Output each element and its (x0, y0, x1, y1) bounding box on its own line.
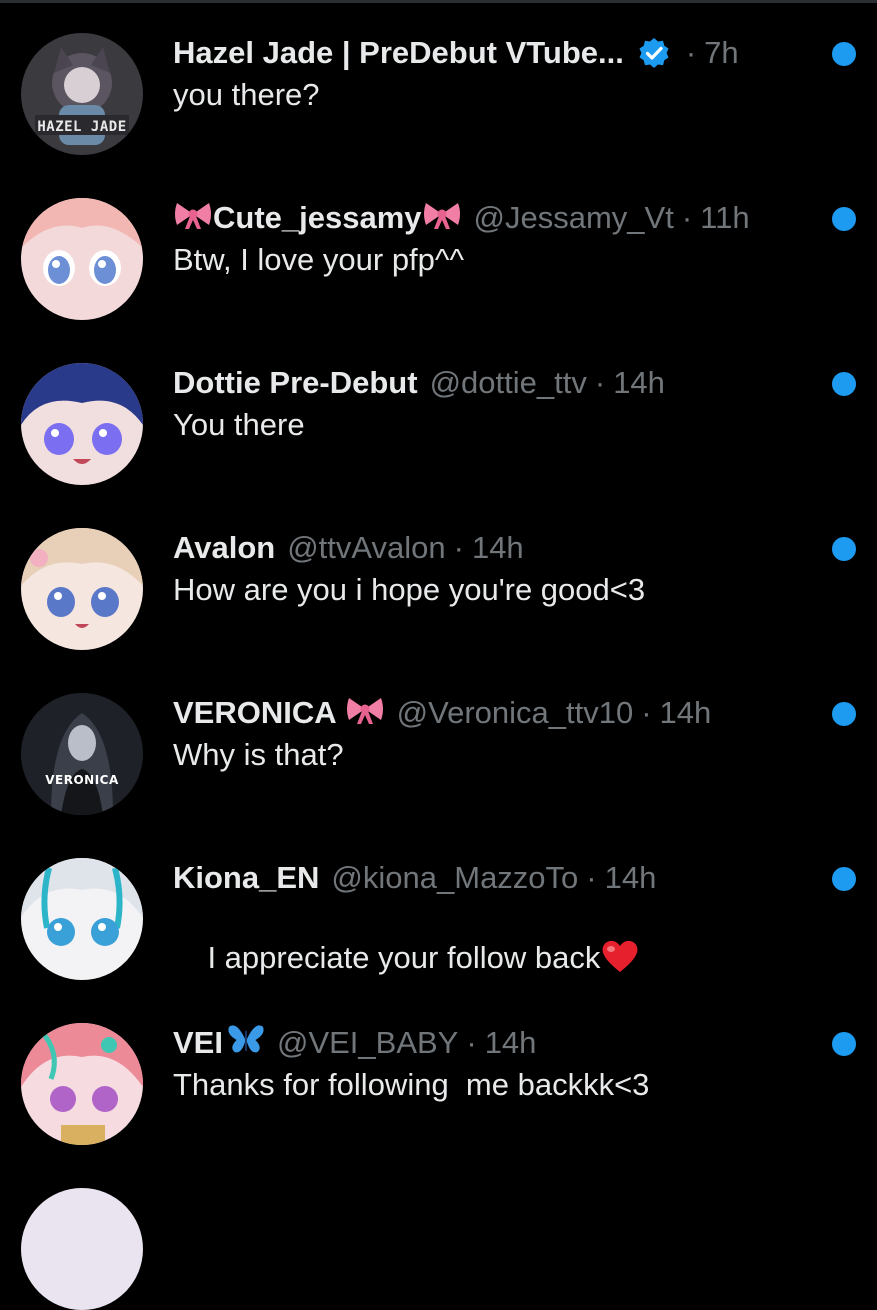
display-name: Avalon (173, 530, 276, 565)
conversation-item[interactable]: Dottie Pre-Debut @dottie_ttv · 14h You t… (0, 363, 877, 528)
verified-badge-icon (638, 37, 670, 69)
separator: · (466, 1025, 477, 1060)
timestamp: 14h (604, 860, 657, 895)
ribbon-emoji (173, 198, 213, 238)
message-text: I appreciate your follow back (207, 940, 601, 976)
conversation-item[interactable]: Kiona_EN @kiona_MazzoTo · 14h I apprecia… (0, 858, 877, 1023)
user-handle: @kiona_MazzoTo (331, 860, 579, 895)
avatar[interactable] (21, 1188, 143, 1310)
conversation-item[interactable]: Avalon @ttvAvalon · 14h How are you i ho… (0, 528, 877, 693)
avatar[interactable] (21, 363, 143, 485)
user-handle: @VEI_BABY (276, 1025, 459, 1060)
ribbon-emoji (345, 693, 385, 733)
ribbon-emoji (422, 198, 462, 238)
red-heart-emoji (600, 938, 640, 982)
display-name: Cute_jessamy (213, 200, 422, 235)
display-name: Dottie Pre-Debut (173, 365, 418, 400)
separator: · (453, 530, 464, 565)
conversation-header: Avalon @ttvAvalon · 14h (173, 528, 823, 568)
separator: · (594, 365, 606, 400)
conversation-item[interactable]: VERONICA VERONICA @Veronica_ttv10 · 14h … (0, 693, 877, 858)
avatar[interactable]: HAZEL JADE (21, 33, 143, 155)
conversation-header: Hazel Jade | PreDebut VTube... · 7h (173, 33, 823, 73)
user-handle: @Jessamy_Vt (473, 200, 674, 235)
conversation-header: Cute_jessamy @Jessamy_Vt · 11h (173, 198, 823, 238)
message-preview: How are you i hope you're good<3 (173, 572, 646, 607)
user-handle: @Veronica_ttv10 (396, 695, 634, 730)
avatar-caption: VERONICA (45, 773, 119, 787)
avatar[interactable] (21, 858, 143, 980)
unread-indicator (832, 537, 856, 561)
message-preview: Btw, I love your pfp^^ (173, 242, 465, 277)
user-handle: @ttvAvalon (287, 530, 446, 565)
conversation-header: VERONICA @Veronica_ttv10 · 14h (173, 693, 823, 733)
message-preview: you there? (173, 77, 320, 112)
unread-indicator (832, 42, 856, 66)
timestamp: 7h (704, 35, 739, 70)
separator: · (685, 35, 697, 70)
display-name: Hazel Jade | PreDebut VTube... (173, 35, 624, 70)
message-preview: You there (173, 407, 305, 442)
conversation-header: Dottie Pre-Debut @dottie_ttv · 14h (173, 363, 823, 403)
display-name: Kiona_EN (173, 860, 320, 895)
unread-indicator (832, 1032, 856, 1056)
conversation-header: Kiona_EN @kiona_MazzoTo · 14h (173, 858, 823, 898)
unread-indicator (832, 702, 856, 726)
avatar[interactable] (21, 1023, 143, 1145)
user-handle: @dottie_ttv (429, 365, 587, 400)
avatar[interactable] (21, 528, 143, 650)
avatar[interactable]: VERONICA (21, 693, 143, 815)
separator: · (641, 695, 652, 730)
display-name: VERONICA (173, 695, 337, 730)
message-preview: Thanks for following me backkk<3 (173, 1067, 650, 1102)
timestamp: 14h (471, 530, 524, 565)
timestamp: 14h (613, 365, 665, 400)
message-preview: Why is that? (173, 737, 344, 772)
conversation-header: VEI @VEI_BABY · 14h (173, 1023, 823, 1063)
conversation-item[interactable]: VEI @VEI_BABY · 14h Thanks for following… (0, 1023, 877, 1188)
top-divider (0, 0, 877, 3)
message-preview: I appreciate your follow back (173, 902, 640, 1018)
butterfly-emoji (227, 1023, 265, 1063)
avatar[interactable] (21, 198, 143, 320)
conversation-item[interactable]: HAZEL JADE Hazel Jade | PreDebut VTube..… (0, 33, 877, 198)
conversation-item[interactable]: Cute_jessamy @Jessamy_Vt · 11h Btw, I lo… (0, 198, 877, 363)
unread-indicator (832, 867, 856, 891)
unread-indicator (832, 372, 856, 396)
separator: · (681, 200, 693, 235)
avatar-caption: HAZEL JADE (37, 119, 127, 135)
timestamp: 14h (484, 1025, 537, 1060)
separator: · (586, 860, 597, 895)
timestamp: 11h (700, 200, 750, 235)
unread-indicator (832, 207, 856, 231)
timestamp: 14h (659, 695, 712, 730)
display-name: VEI (173, 1025, 223, 1060)
